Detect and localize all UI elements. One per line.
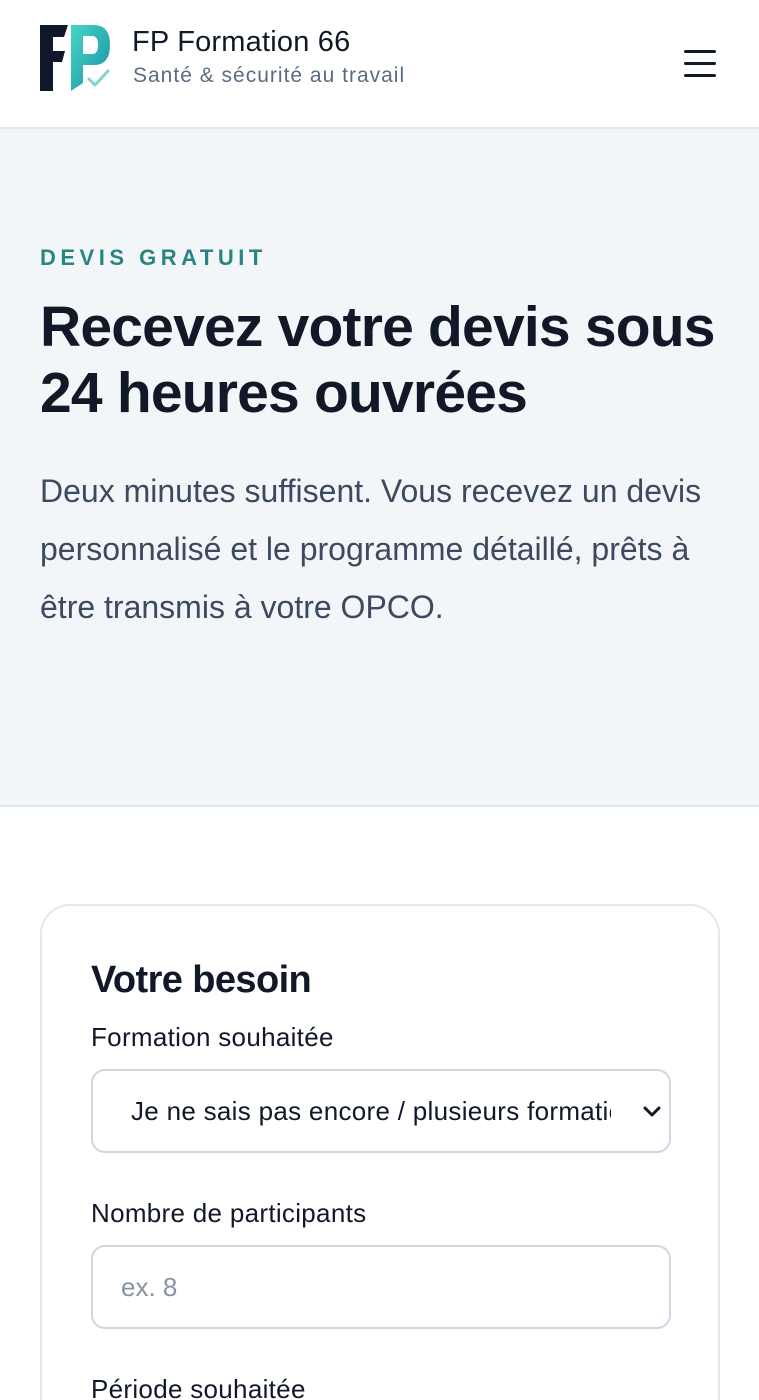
menu-bar	[684, 50, 716, 53]
brand-tagline: Santé & sécurité au travail	[133, 64, 406, 87]
brand-name[interactable]: FP Formation 66	[132, 26, 350, 59]
hero-section: DEVIS GRATUIT Recevez votre devis sous 2…	[0, 129, 759, 807]
hero-title: Recevez votre devis sous 24 heures ouvré…	[40, 295, 715, 425]
hero-description: Deux minutes suffisent. Vous recevez un …	[40, 473, 702, 625]
formation-select-value: Je ne sais pas encore / plusieurs format…	[131, 1096, 611, 1126]
formation-select[interactable]: Je ne sais pas encore / plusieurs format…	[91, 1069, 671, 1153]
formation-label: Formation souhaitée	[91, 1022, 334, 1052]
hero-eyebrow: DEVIS GRATUIT	[40, 245, 267, 270]
hamburger-menu-icon[interactable]	[682, 47, 718, 81]
periode-label: Période souhaitée	[91, 1374, 306, 1400]
menu-bar	[684, 62, 716, 65]
chevron-down-icon	[643, 1106, 661, 1117]
form-section-title: Votre besoin	[91, 959, 312, 1001]
participants-label: Nombre de participants	[91, 1198, 367, 1228]
menu-bar	[684, 74, 716, 77]
fp-logo[interactable]	[40, 23, 112, 93]
site-header: FP Formation 66 Santé & sécurité au trav…	[0, 0, 759, 129]
quote-form-card: Votre besoin Formation souhaitée Je ne s…	[40, 904, 720, 1400]
participants-input[interactable]	[91, 1245, 671, 1329]
